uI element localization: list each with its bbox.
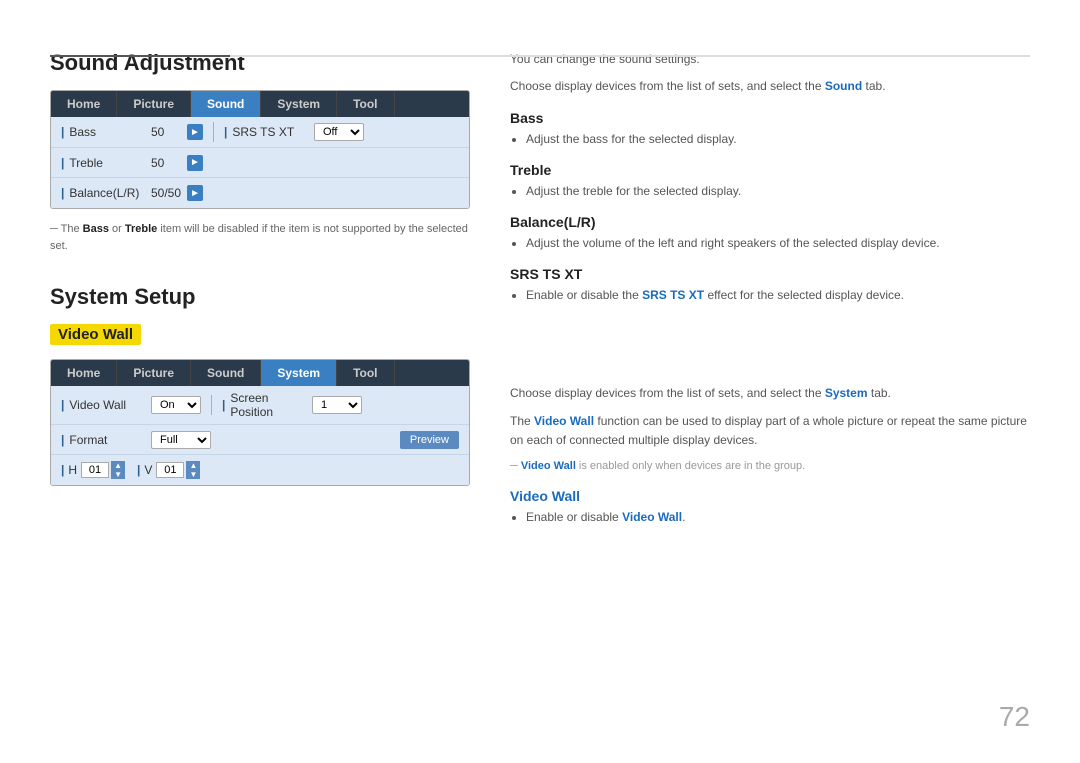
treble-section-title: Treble (510, 162, 1030, 178)
screen-pos-label: Screen Position (222, 391, 312, 419)
panel-divider-1 (213, 122, 214, 142)
tab-sound[interactable]: Sound (191, 91, 261, 117)
preview-button[interactable]: Preview (400, 431, 459, 449)
sound-intro2-text: Choose display devices from the list of … (510, 79, 822, 93)
top-rule (50, 55, 1030, 57)
tab-home[interactable]: Home (51, 91, 117, 117)
h-spinner-btns: ▲ ▼ (111, 461, 125, 479)
left-column: Sound Adjustment Home Picture Sound Syst… (50, 40, 470, 532)
sound-intro2-end: tab. (866, 79, 886, 93)
video-wall-highlight: Video Wall (50, 324, 141, 345)
tab-tool[interactable]: Tool (337, 91, 394, 117)
sys-divider-1 (211, 395, 212, 415)
v-down-btn[interactable]: ▼ (186, 470, 200, 479)
video-wall-bullet: Enable or disable Video Wall. (526, 508, 1030, 526)
sound-right-content: You can change the sound settings. Choos… (510, 50, 1030, 304)
sound-adjustment-section: Sound Adjustment Home Picture Sound Syst… (50, 50, 470, 254)
sys-tab-home[interactable]: Home (51, 360, 117, 386)
video-wall-label: Video Wall (61, 398, 151, 412)
system-panel-body: Video Wall On Off Screen Position 1 (51, 386, 469, 485)
balance-section-title: Balance(L/R) (510, 214, 1030, 230)
hv-row: | H ▲ ▼ | V (51, 455, 469, 485)
sound-intro2-link: Sound (825, 79, 862, 93)
system-setup-section: System Setup Video Wall Home Picture Sou… (50, 284, 470, 486)
treble-arrow-btn[interactable]: ► (187, 155, 203, 171)
sound-panel: Home Picture Sound System Tool Bass 50 ►… (50, 90, 470, 209)
treble-row: Treble 50 ► (51, 148, 469, 178)
balance-label: Balance(L/R) (61, 186, 151, 200)
v-up-btn[interactable]: ▲ (186, 461, 200, 470)
system-intro-2: The Video Wall function can be used to d… (510, 412, 1030, 450)
srs-label: SRS TS XT (224, 125, 314, 139)
sound-tab-bar: Home Picture Sound System Tool (51, 91, 469, 117)
video-wall-row: Video Wall On Off Screen Position 1 (51, 386, 469, 425)
system-intro-1: Choose display devices from the list of … (510, 384, 1030, 403)
h-up-btn[interactable]: ▲ (111, 461, 125, 470)
treble-label: Treble (61, 156, 151, 170)
srs-select[interactable]: Off On (314, 123, 364, 141)
srs-bullet: Enable or disable the SRS TS XT effect f… (526, 286, 1030, 304)
system-intro-link: System (825, 386, 868, 400)
v-pipe: | (137, 463, 140, 477)
balance-value: 50/50 (151, 186, 181, 200)
bass-arrow-btn[interactable]: ► (187, 124, 203, 140)
sys-tab-tool[interactable]: Tool (337, 360, 394, 386)
bass-bullet: Adjust the bass for the selected display… (526, 130, 1030, 148)
note-bass: Bass (83, 223, 109, 235)
sys-tab-picture[interactable]: Picture (117, 360, 191, 386)
format-select[interactable]: Full (151, 431, 211, 449)
tab-picture[interactable]: Picture (117, 91, 191, 117)
sound-adjustment-title: Sound Adjustment (50, 50, 470, 76)
format-row: Format Full Preview (51, 425, 469, 455)
srs-section-title: SRS TS XT (510, 266, 1030, 282)
system-setup-title: System Setup (50, 284, 470, 310)
tab-system[interactable]: System (261, 91, 337, 117)
v-spinner[interactable]: ▲ ▼ (156, 461, 200, 479)
sound-intro-1: You can change the sound settings. (510, 50, 1030, 69)
sound-panel-body: Bass 50 ► SRS TS XT Off On Treble 50 (51, 117, 469, 208)
video-wall-intro-link: Video Wall (534, 414, 594, 428)
bass-section-title: Bass (510, 110, 1030, 126)
video-wall-bullet-link: Video Wall (622, 510, 682, 524)
h-spinner[interactable]: ▲ ▼ (81, 461, 125, 479)
h-label: H (68, 463, 77, 477)
balance-arrow-btn[interactable]: ► (187, 185, 203, 201)
v-input[interactable] (156, 462, 184, 478)
bass-value: 50 (151, 125, 181, 139)
bass-label: Bass (61, 125, 151, 139)
balance-row: Balance(L/R) 50/50 ► (51, 178, 469, 208)
srs-bullet-link: SRS TS XT (642, 288, 704, 302)
balance-bullet: Adjust the volume of the left and right … (526, 234, 1030, 252)
v-label: V (144, 463, 152, 477)
v-spinner-btns: ▲ ▼ (186, 461, 200, 479)
treble-value: 50 (151, 156, 181, 170)
treble-bullet: Adjust the treble for the selected displ… (526, 182, 1030, 200)
sound-note: ─ The Bass or Treble item will be disabl… (50, 221, 470, 254)
video-wall-section-title: Video Wall (510, 488, 1030, 504)
video-wall-note-link: Video Wall (521, 460, 576, 472)
h-pipe: | (61, 463, 64, 477)
sound-intro-2: Choose display devices from the list of … (510, 77, 1030, 96)
right-column: You can change the sound settings. Choos… (510, 40, 1030, 532)
system-tab-bar: Home Picture Sound System Tool (51, 360, 469, 386)
h-down-btn[interactable]: ▼ (111, 470, 125, 479)
video-wall-note: ─ Video Wall is enabled only when device… (510, 458, 1030, 475)
video-wall-select[interactable]: On Off (151, 396, 201, 414)
format-label: Format (61, 433, 151, 447)
system-panel: Home Picture Sound System Tool Video Wal… (50, 359, 470, 486)
page-number: 72 (999, 701, 1030, 733)
system-right-content: Choose display devices from the list of … (510, 384, 1030, 526)
note-treble: Treble (125, 223, 157, 235)
sys-tab-system[interactable]: System (261, 360, 337, 386)
screen-pos-select[interactable]: 1 (312, 396, 362, 414)
sys-tab-sound[interactable]: Sound (191, 360, 261, 386)
bass-row: Bass 50 ► SRS TS XT Off On (51, 117, 469, 148)
h-input[interactable] (81, 462, 109, 478)
